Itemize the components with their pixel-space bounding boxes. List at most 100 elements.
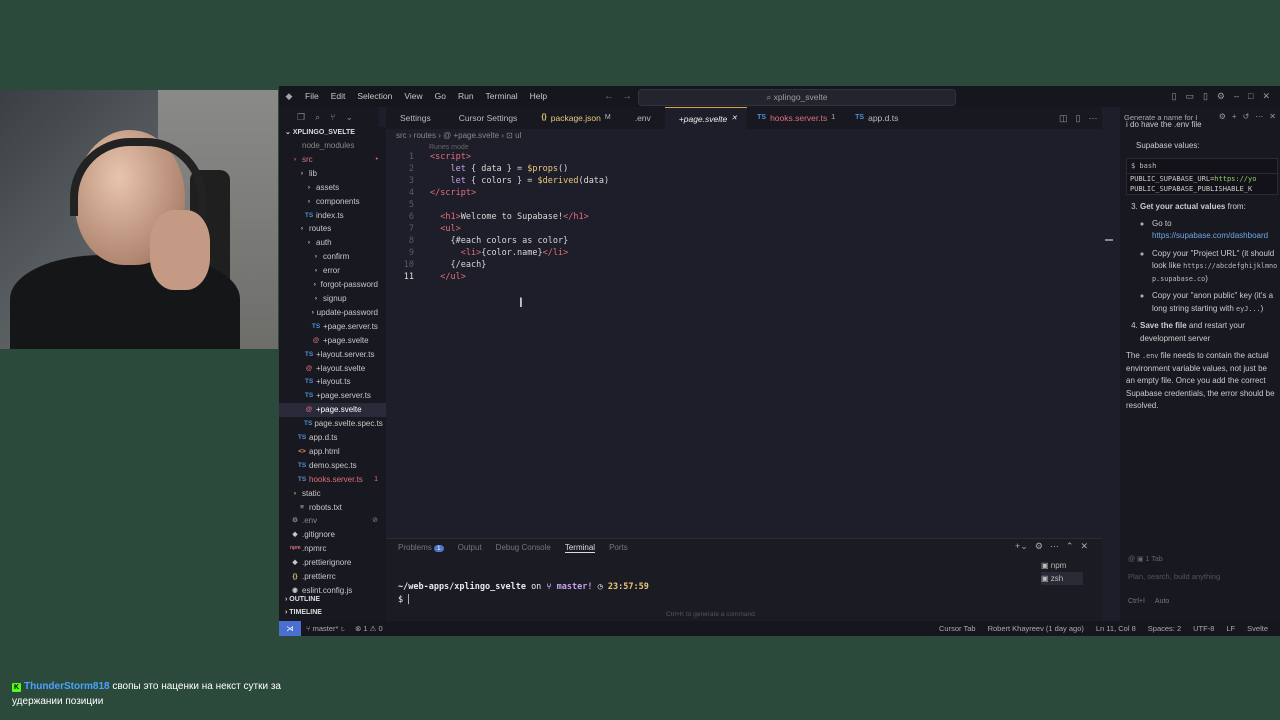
menu-item-file[interactable]: File [299, 86, 325, 107]
status-item-svelte[interactable]: Svelte [1247, 621, 1268, 636]
tree-item--npmrc[interactable]: npm .npmrc [279, 542, 386, 556]
tab-settings[interactable]: Settings [386, 107, 445, 129]
explorer-icon[interactable]: ❐ [297, 112, 305, 123]
panel-tab-problems[interactable]: Problems 1 [398, 543, 444, 553]
terminal-item-zsh[interactable]: ▣ zsh [1041, 572, 1084, 585]
tab--page-svelte[interactable]: +page.svelte ✕ [664, 106, 748, 130]
chat-input[interactable]: Plan, search, build anything [1128, 572, 1220, 581]
tree-item-lib[interactable]: › lib [279, 167, 386, 181]
tree-item-hooks-server-ts[interactable]: TS hooks.server.ts 1 [279, 473, 386, 487]
new-terminal-icon[interactable]: +⌄ [1015, 541, 1028, 552]
tree-item-src[interactable]: › src • [279, 153, 386, 167]
toggle-chat-icon[interactable]: ▯ [1203, 86, 1208, 107]
tree-item--page-server-ts[interactable]: TS +page.server.ts [279, 320, 386, 334]
editor-scrollbar[interactable] [1105, 239, 1113, 241]
panel-settings-icon[interactable]: ⚙ [1035, 541, 1043, 552]
tree-item-assets[interactable]: › assets [279, 181, 386, 195]
problems-status[interactable]: ⊗ 1 ⚠ 0 [355, 621, 383, 636]
command-center[interactable]: ⌕ xplingo_svelte [638, 89, 956, 106]
tab-close-icon[interactable]: ✕ [731, 108, 737, 130]
tree-item-signup[interactable]: › signup [279, 292, 386, 306]
terminal-item-npm[interactable]: ▣ npm [1041, 559, 1083, 572]
tab-package-json[interactable]: {} package.json M [531, 107, 620, 129]
menu-item-edit[interactable]: Edit [325, 86, 352, 107]
status-item-spaces-2[interactable]: Spaces: 2 [1148, 621, 1181, 636]
toggle-panel-icon[interactable]: ▭ [1185, 86, 1194, 107]
more-icon[interactable]: ⋯ [1050, 541, 1059, 552]
tree-item--page-server-ts[interactable]: TS +page.server.ts [279, 389, 386, 403]
tree-item-routes[interactable]: › routes [279, 222, 386, 236]
tree-item--prettierrc[interactable]: {} .prettierrc [279, 570, 386, 584]
outline-section[interactable]: › OUTLINE [279, 594, 392, 606]
remote-icon[interactable]: ⋊ [279, 621, 301, 636]
tab-app-d-ts[interactable]: TS app.d.ts [845, 107, 912, 129]
tree-item--layout-server-ts[interactable]: TS +layout.server.ts [279, 348, 386, 362]
chevron-down-icon[interactable]: ⌄ [346, 112, 354, 123]
panel-tab-debug-console[interactable]: Debug Console [496, 543, 551, 553]
nav-arrows-icon[interactable]: ←→ [604, 86, 640, 107]
status-item-lf[interactable]: LF [1226, 621, 1235, 636]
tree-item-confirm[interactable]: › confirm [279, 250, 386, 264]
tree-item-update-password[interactable]: › update-password [279, 306, 386, 320]
line-number: 1 [408, 152, 414, 162]
status-item-ln-11-col-8[interactable]: Ln 11, Col 8 [1096, 621, 1136, 636]
tree-item--env[interactable]: ⚙ .env ⊘ [279, 514, 386, 528]
chat-input-controls: Ctrl+I Auto [1128, 598, 1169, 605]
settings-gear-icon[interactable]: ⚙ [1217, 86, 1225, 107]
menu-item-help[interactable]: Help [524, 86, 553, 107]
maximize-icon[interactable]: □ [1248, 86, 1253, 107]
tab-cursor-settings[interactable]: Cursor Settings [445, 107, 532, 129]
tree-item--prettierignore[interactable]: ◆ .prettierignore [279, 556, 386, 570]
search-icon[interactable]: ⌕ [315, 112, 320, 123]
panel-tab-terminal[interactable]: Terminal [564, 543, 596, 553]
tree-item--gitignore[interactable]: ◆ .gitignore [279, 528, 386, 542]
tree-item-components[interactable]: › components [279, 195, 386, 209]
tree-item-app-html[interactable]: <> app.html [279, 445, 386, 459]
mode-selector[interactable]: Ctrl+I [1128, 598, 1145, 605]
close-icon[interactable]: ✕ [1262, 86, 1270, 107]
tree-item-index-ts[interactable]: TS index.ts [279, 209, 386, 223]
source-control-icon[interactable]: ⑂ [330, 112, 335, 122]
menu-item-view[interactable]: View [398, 86, 428, 107]
model-selector[interactable]: Auto [1155, 598, 1169, 605]
terminal-input[interactable]: $ ▏ [398, 595, 413, 605]
split-editor-icon[interactable]: ◫ [1059, 107, 1068, 129]
layout-icon[interactable]: ▯ [1076, 107, 1081, 129]
tree-item--page-svelte[interactable]: @ +page.svelte [279, 403, 386, 418]
branch-status[interactable]: ⑂ master* ↻ [306, 621, 345, 636]
tree-item-error[interactable]: › error [279, 264, 386, 278]
menu-item-go[interactable]: Go [429, 86, 452, 107]
tree-item-app-d-ts[interactable]: TS app.d.ts [279, 431, 386, 445]
status-item-robert-khayreev-1-day-ago-[interactable]: Robert Khayreev (1 day ago) [988, 621, 1084, 636]
maximize-panel-icon[interactable]: ⌃ [1066, 541, 1074, 552]
code-editor[interactable]: 1 <script> 2 let { data } = $props() 3 let … [386, 151, 1102, 536]
close-panel-icon[interactable]: ✕ [1080, 541, 1088, 552]
menu-item-terminal[interactable]: Terminal [480, 86, 524, 107]
panel-tab-ports[interactable]: Ports [609, 543, 628, 553]
status-item-cursor-tab[interactable]: Cursor Tab [939, 621, 976, 636]
explorer-root[interactable]: ⌄ XPLINGO_SVELTE [279, 127, 386, 139]
status-item-utf-8[interactable]: UTF-8 [1193, 621, 1214, 636]
menu-item-run[interactable]: Run [452, 86, 480, 107]
tree-item--page-svelte[interactable]: @ +page.svelte [279, 334, 386, 348]
menu-item-selection[interactable]: Selection [351, 86, 398, 107]
tree-item-robots-txt[interactable]: ≡ robots.txt [279, 501, 386, 515]
minimize-icon[interactable]: – [1234, 86, 1239, 107]
tree-item-page-svelte-spec-ts[interactable]: TS page.svelte.spec.ts [279, 417, 386, 431]
tree-item-node-modules[interactable]: node_modules [279, 139, 386, 153]
tree-item--layout-svelte[interactable]: @ +layout.svelte [279, 362, 386, 376]
tree-item-demo-spec-ts[interactable]: TS demo.spec.ts [279, 459, 386, 473]
chat-context-tabs[interactable]: @ ▣ 1 Tab [1128, 555, 1163, 563]
tree-item-forgot-password[interactable]: › forgot-password [279, 278, 386, 292]
panel-tab-output[interactable]: Output [458, 543, 482, 553]
tree-item--layout-ts[interactable]: TS +layout.ts [279, 375, 386, 389]
timeline-section[interactable]: › TIMELINE [279, 607, 392, 619]
dashboard-link[interactable]: https://supabase.com/dashboard [1152, 231, 1268, 240]
tab--env[interactable]: .env [621, 107, 665, 129]
tree-item-auth[interactable]: › auth [279, 236, 386, 250]
tree-item-static[interactable]: › static [279, 487, 386, 501]
tab-hooks-server-ts[interactable]: TS hooks.server.ts 1 [747, 107, 845, 129]
breadcrumb[interactable]: src › routes › @ +page.svelte › ⊡ ul [396, 131, 521, 140]
toggle-sidebar-icon[interactable]: ▯ [1172, 86, 1177, 107]
more-actions-icon[interactable]: ⋯ [1088, 107, 1097, 129]
